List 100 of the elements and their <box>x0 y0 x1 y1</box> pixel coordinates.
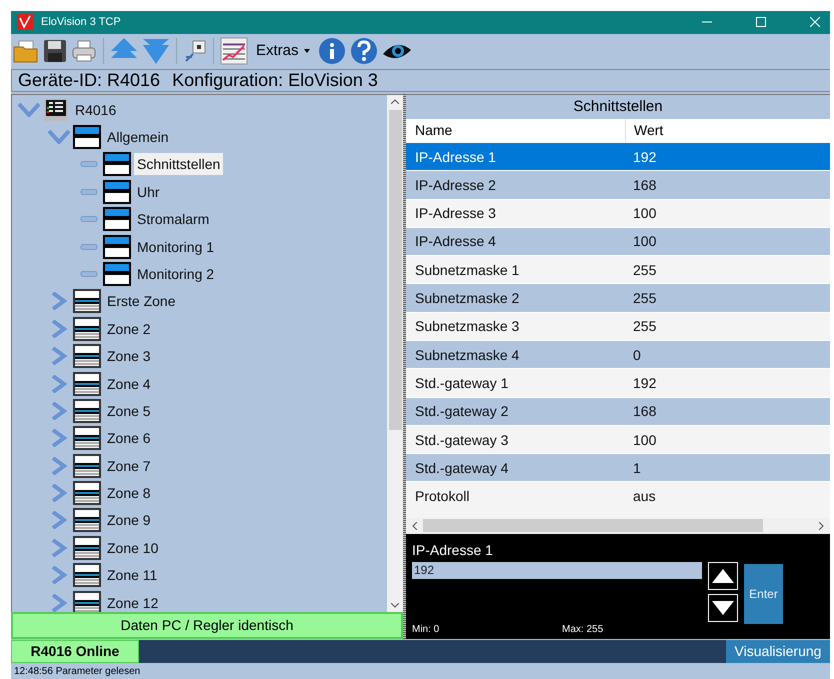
tree-item[interactable]: Uhr <box>134 180 163 203</box>
table-cell-text: Subnetzmaske 3 <box>414 318 520 334</box>
window-title: EloVision 3 TCP <box>41 16 121 28</box>
table-row[interactable]: Std.-gateway 2 168 <box>406 396 830 425</box>
zone-icon <box>73 289 101 314</box>
table-cell-text: 100 <box>632 205 656 222</box>
table-cell-text: IP-Adresse 2 <box>414 176 497 193</box>
section-icon <box>103 152 131 176</box>
expanded-chevron-icon[interactable] <box>48 130 70 144</box>
tree-item[interactable]: Zone 9 <box>104 509 154 532</box>
tree-item[interactable]: Zone 11 <box>104 564 160 586</box>
info-icon[interactable] <box>318 36 346 65</box>
zone-icon <box>73 398 101 423</box>
tree-item[interactable]: Zone 6 <box>104 427 154 450</box>
max-label: Max: 255 <box>562 624 604 635</box>
network-device-icon[interactable] <box>183 38 207 63</box>
min-label: Min: 0 <box>412 624 440 635</box>
table-cell-text: IP-Adresse 4 <box>414 233 497 250</box>
help-icon[interactable] <box>350 36 378 65</box>
section-icon <box>103 262 131 286</box>
connection-status: R4016 Online <box>11 640 139 663</box>
zone-icon <box>73 481 101 506</box>
table-cell-text: 255 <box>632 290 656 306</box>
tree-item[interactable]: Stromalarm <box>134 208 212 230</box>
scroll-right-icon[interactable] <box>819 522 824 530</box>
table-cell-text: 168 <box>632 176 656 193</box>
table-row[interactable]: IP-Adresse 1 192 <box>406 142 830 170</box>
table-row[interactable]: IP-Adresse 4 100 <box>406 226 830 256</box>
tree-leaf-connector-icon <box>78 188 100 195</box>
app-logo-icon <box>17 14 33 30</box>
table-cell-text: Subnetzmaske 2 <box>414 290 520 306</box>
table-cell-text: Std.-gateway 1 <box>414 374 510 391</box>
zone-icon <box>73 372 101 396</box>
printer-icon[interactable] <box>71 38 97 63</box>
increment-button[interactable] <box>708 562 738 590</box>
down-arrows-icon[interactable] <box>142 36 170 65</box>
table-cell-text: 100 <box>632 233 656 250</box>
enter-button[interactable]: Enter <box>744 564 783 624</box>
scroll-left-icon[interactable] <box>412 522 417 530</box>
extras-menu-button[interactable]: Extras <box>252 36 314 65</box>
table-row[interactable]: Subnetzmaske 2 255 <box>406 283 830 312</box>
table-cell-text: Std.-gateway 3 <box>414 432 510 448</box>
expanded-chevron-icon[interactable] <box>18 102 40 117</box>
zone-icon <box>73 426 101 450</box>
close-icon[interactable] <box>810 17 820 28</box>
table-cell-text: 255 <box>632 262 656 278</box>
table-cell-text: IP-Adresse 1 <box>414 148 497 165</box>
vertical-scrollbar[interactable] <box>387 94 403 612</box>
table-cell-text: 255 <box>632 318 656 334</box>
table-row[interactable]: Subnetzmaske 4 0 <box>406 340 830 368</box>
tree-leaf-connector-icon <box>78 244 100 250</box>
table-cell-text: Protokoll <box>414 488 470 504</box>
table-cell-text: 192 <box>632 374 656 391</box>
tree-item[interactable]: Zone 7 <box>104 454 154 477</box>
tree-item[interactable]: Monitoring 1 <box>134 236 218 258</box>
up-triangle-icon <box>712 568 734 583</box>
scrollbar-thumb[interactable] <box>423 519 763 532</box>
zone-icon <box>73 344 101 368</box>
sync-status-bar: Daten PC / Regler identisch <box>11 612 403 639</box>
tree-item[interactable]: Allgemein <box>104 126 172 148</box>
column-header[interactable]: Wert <box>626 118 664 142</box>
table-cell-text: Std.-gateway 2 <box>414 403 510 420</box>
visualization-button[interactable]: Visualisierung <box>726 640 830 663</box>
tree-item[interactable]: Zone 2 <box>104 318 154 340</box>
table-row[interactable]: IP-Adresse 2 168 <box>406 170 830 198</box>
parameter-label: IP-Adresse 1 <box>412 542 494 558</box>
tree-item[interactable]: Zone 8 <box>104 482 154 504</box>
section-icon <box>103 180 131 204</box>
down-triangle-icon <box>712 600 734 615</box>
tree-item[interactable]: Erste Zone <box>104 290 178 312</box>
scroll-up-icon[interactable] <box>391 98 399 104</box>
tree-item[interactable]: R4016 <box>72 98 120 121</box>
table-cell-text: IP-Adresse 3 <box>414 205 497 222</box>
table-cell-text: Subnetzmaske 4 <box>414 346 520 363</box>
tree-item[interactable]: Zone 3 <box>104 345 154 368</box>
tree-leaf-connector-icon <box>78 270 100 277</box>
table-row[interactable]: Subnetzmaske 1 255 <box>406 255 830 284</box>
scrollbar-thumb[interactable] <box>388 110 402 430</box>
table-cell-text: 100 <box>632 432 656 448</box>
chart-icon[interactable] <box>220 36 248 65</box>
tree-item[interactable]: Zone 5 <box>104 400 154 422</box>
table-cell-text: aus <box>632 488 656 504</box>
decrement-button[interactable] <box>708 594 738 622</box>
tree-item[interactable]: Schnittstellen <box>134 153 224 176</box>
scroll-down-icon[interactable] <box>391 602 399 608</box>
table-cell-text: 168 <box>632 403 656 420</box>
section-icon <box>103 234 131 259</box>
tree-item[interactable]: Zone 10 <box>104 536 162 559</box>
tree-item[interactable]: Zone 4 <box>104 372 154 394</box>
zone-icon <box>73 536 101 560</box>
zone-icon <box>73 454 101 478</box>
table-row[interactable]: Std.-gateway 4 1 <box>406 453 830 482</box>
tree-item[interactable]: Zone 12 <box>104 592 162 612</box>
configuration-label: Konfiguration: EloVision 3 <box>172 70 378 91</box>
value-input-field[interactable]: 192 <box>412 562 702 579</box>
maximize-icon[interactable] <box>756 17 766 28</box>
folder-icon[interactable] <box>13 38 39 64</box>
status-message: 12:48:56 Parameter gelesen <box>13 664 142 679</box>
zone-icon <box>73 563 101 588</box>
tree-item[interactable]: Monitoring 2 <box>134 262 218 285</box>
